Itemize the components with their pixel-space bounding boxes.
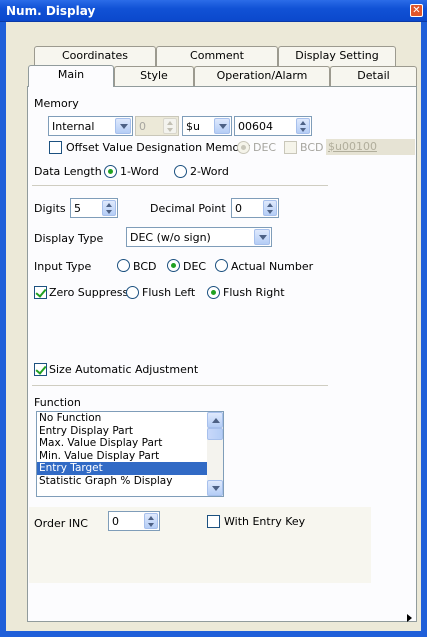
data-length-1word-label: 1-Word [120, 165, 159, 178]
function-listbox[interactable]: No Function Entry Display Part Max. Valu… [36, 411, 224, 497]
spin-icon[interactable] [296, 118, 310, 134]
tab-label: Display Setting [295, 49, 379, 62]
data-length-1word-radio[interactable] [104, 165, 117, 178]
tab-main[interactable]: Main [28, 65, 114, 87]
decimal-point-value: 0 [235, 202, 242, 215]
window-frame-left [0, 22, 6, 637]
tab-label: Coordinates [61, 49, 129, 62]
tab-label: Comment [190, 49, 244, 62]
list-item[interactable]: No Function [37, 412, 223, 425]
close-icon: ✕ [412, 5, 421, 16]
flush-left-label: Flush Left [142, 286, 196, 299]
decimal-point-stepper[interactable]: 0 [231, 198, 279, 218]
offset-bcd-checkbox [284, 141, 297, 154]
scrollbar-thumb[interactable] [207, 428, 223, 440]
scrollbar[interactable] [207, 412, 223, 496]
scroll-down-icon[interactable] [207, 480, 223, 496]
input-type-label: Input Type [34, 260, 92, 273]
decimal-point-label: Decimal Point [150, 202, 226, 215]
spin-icon[interactable] [102, 200, 116, 216]
scroll-up-icon[interactable] [207, 412, 223, 428]
chevron-down-icon[interactable] [254, 229, 270, 245]
data-length-2word-label: 2-Word [190, 165, 229, 178]
main-tab-panel: Memory Internal 0 $u 00604 Offset Value … [27, 86, 417, 622]
display-type-select[interactable]: DEC (w/o sign) [126, 227, 272, 247]
input-dec-label: DEC [183, 260, 207, 273]
order-inc-value: 0 [112, 515, 119, 528]
zero-suppress-label: Zero Suppress [49, 286, 129, 299]
tab-label: Main [57, 68, 85, 81]
memory-type-value: $u [186, 120, 200, 133]
input-actual-number-radio[interactable] [215, 259, 228, 272]
order-inc-area: Order INC 0 With Entry Key [29, 507, 371, 583]
offset-dec-radio [237, 141, 250, 154]
list-item[interactable]: Statistic Graph % Display [37, 475, 223, 488]
flush-right-radio[interactable] [207, 286, 220, 299]
input-actual-number-label: Actual Number [231, 260, 314, 273]
size-auto-label: Size Automatic Adjustment [49, 363, 199, 376]
window-frame-bottom [0, 631, 427, 637]
zero-suppress-checkbox[interactable] [34, 286, 47, 299]
data-length-2word-radio[interactable] [174, 165, 187, 178]
input-bcd-radio[interactable] [117, 259, 130, 272]
tab-coordinates[interactable]: Coordinates [34, 46, 156, 66]
memory-type-select[interactable]: $u [182, 116, 232, 136]
tab-comment[interactable]: Comment [156, 46, 278, 66]
data-length-label: Data Length [34, 165, 102, 178]
chevron-down-icon[interactable] [115, 118, 131, 134]
input-dec-radio[interactable] [167, 259, 180, 272]
arrow-right-icon[interactable] [407, 614, 412, 622]
memory-device-select[interactable]: Internal [48, 116, 133, 136]
offset-memory-label: Offset Value Designation Memory [66, 141, 251, 154]
window-title: Num. Display [6, 4, 96, 18]
size-auto-checkbox[interactable] [34, 363, 47, 376]
digits-label: Digits [34, 202, 66, 215]
window-frame-right [421, 22, 427, 637]
flush-right-label: Flush Right [223, 286, 285, 299]
spin-icon [163, 118, 177, 134]
display-type-value: DEC (w/o sign) [130, 231, 211, 244]
memory-station-value: 0 [139, 120, 146, 133]
flush-left-radio[interactable] [126, 286, 139, 299]
list-item[interactable]: Entry Display Part [37, 425, 223, 438]
order-inc-label: Order INC [34, 517, 88, 530]
spin-icon[interactable] [263, 200, 277, 216]
tab-label: Operation/Alarm [216, 69, 308, 82]
divider [32, 185, 328, 186]
digits-stepper[interactable]: 5 [70, 198, 118, 218]
tab-operation-alarm[interactable]: Operation/Alarm [194, 66, 330, 86]
spin-icon[interactable] [144, 513, 158, 529]
memory-station-stepper: 0 [135, 116, 179, 136]
divider [32, 385, 328, 386]
offset-bcd-label: BCD [300, 141, 324, 154]
chevron-down-icon[interactable] [214, 118, 230, 134]
offset-address-field: $u00100 [326, 139, 415, 155]
list-item[interactable]: Min. Value Display Part [37, 450, 223, 463]
order-inc-stepper[interactable]: 0 [108, 511, 160, 531]
close-button[interactable]: ✕ [410, 4, 423, 17]
digits-value: 5 [74, 202, 81, 215]
list-item-selected[interactable]: Entry Target [37, 462, 223, 475]
tab-style[interactable]: Style [114, 66, 194, 86]
display-type-label: Display Type [34, 232, 104, 245]
memory-address-value: 00604 [238, 120, 273, 133]
memory-address-stepper[interactable]: 00604 [234, 116, 312, 136]
input-bcd-label: BCD [133, 260, 157, 273]
tab-detail[interactable]: Detail [330, 66, 417, 86]
memory-device-value: Internal [52, 120, 95, 133]
tab-display-setting[interactable]: Display Setting [278, 46, 396, 66]
with-entry-key-label: With Entry Key [224, 515, 306, 528]
title-bar: Num. Display ✕ [0, 0, 427, 22]
function-label: Function [34, 396, 81, 409]
tab-label: Detail [357, 69, 390, 82]
list-item[interactable]: Max. Value Display Part [37, 437, 223, 450]
offset-memory-checkbox[interactable] [49, 141, 62, 154]
with-entry-key-checkbox[interactable] [207, 515, 220, 528]
tab-label: Style [140, 69, 168, 82]
offset-dec-label: DEC [253, 141, 277, 154]
memory-label: Memory [34, 97, 79, 110]
